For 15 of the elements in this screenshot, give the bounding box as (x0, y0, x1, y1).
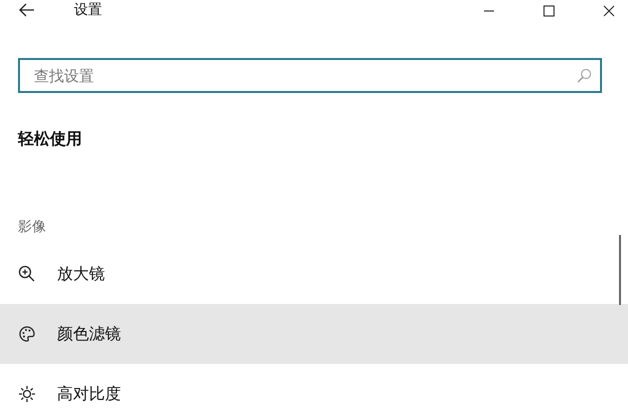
close-icon[interactable] (603, 5, 615, 17)
settings-item[interactable]: 高对比度 (0, 364, 628, 420)
palette-icon (18, 325, 36, 343)
settings-item[interactable]: 放大镜 (0, 244, 628, 304)
search-icon[interactable] (576, 68, 592, 84)
scrollbar (619, 235, 621, 305)
maximize-icon[interactable] (543, 5, 555, 17)
settings-item[interactable]: 颜色滤镜 (0, 304, 628, 364)
sun-icon (18, 385, 36, 403)
section-title: 影像 (18, 218, 47, 237)
back-arrow-icon[interactable] (19, 3, 35, 17)
search-field[interactable]: 查找设置 (18, 58, 602, 93)
window-title: 设置 (74, 0, 102, 20)
magnifier-icon (18, 265, 36, 283)
page-heading: 轻松使用 (18, 128, 83, 150)
